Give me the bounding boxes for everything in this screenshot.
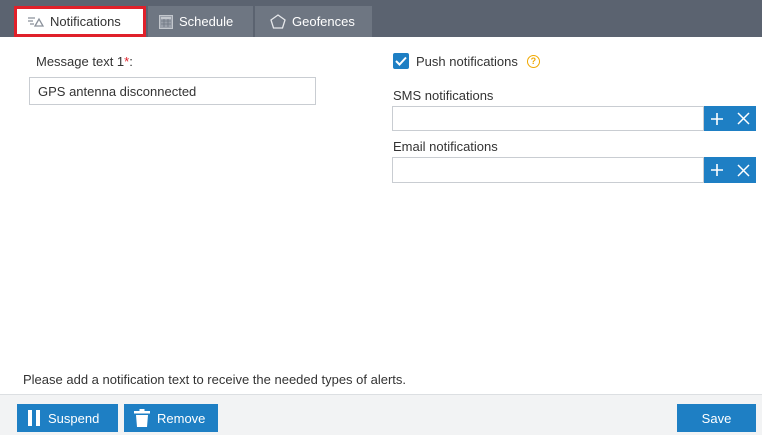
tab-schedule[interactable]: Schedule: [148, 6, 253, 37]
tab-geofences[interactable]: Geofences: [255, 6, 372, 37]
message-text-label: Message text 1*:: [36, 54, 133, 69]
tab-geofences-label: Geofences: [292, 14, 355, 29]
message-text-label-text: Message text 1: [36, 54, 125, 69]
check-icon: [395, 56, 407, 66]
suspend-label: Suspend: [48, 410, 100, 426]
footer-toolbar: Suspend Remove Save: [0, 394, 762, 435]
email-notifications-input[interactable]: [392, 157, 704, 183]
save-button[interactable]: Save: [677, 404, 756, 432]
notification-editor: Notifications Schedule Geofences Message…: [0, 0, 762, 435]
plus-icon: [711, 164, 723, 176]
hint-text: Please add a notification text to receiv…: [23, 372, 407, 387]
pentagon-icon: [270, 14, 286, 29]
calendar-icon: [159, 14, 173, 29]
push-notifications-label: Push notifications: [416, 53, 518, 69]
envelope-icon: [27, 16, 44, 28]
tab-notifications-label: Notifications: [50, 14, 121, 29]
pause-icon: [28, 410, 40, 426]
sms-clear-button[interactable]: [730, 106, 756, 131]
help-icon[interactable]: ?: [526, 54, 540, 68]
close-icon: [736, 112, 750, 125]
suspend-button[interactable]: Suspend: [17, 404, 118, 432]
push-notifications-checkbox[interactable]: [393, 53, 409, 69]
tab-notifications[interactable]: Notifications: [14, 6, 146, 37]
tab-bar: Notifications Schedule Geofences: [0, 0, 762, 37]
email-clear-button[interactable]: [730, 157, 756, 183]
email-add-button[interactable]: [704, 157, 730, 183]
tab-schedule-label: Schedule: [179, 14, 234, 29]
sms-notifications-input[interactable]: [392, 106, 704, 131]
message-text-input[interactable]: [29, 77, 316, 105]
trash-icon: [134, 409, 150, 427]
remove-label: Remove: [157, 410, 206, 426]
push-notifications-row: Push notifications ?: [393, 53, 540, 69]
label-colon: :: [129, 54, 133, 69]
save-label: Save: [701, 410, 732, 426]
sms-add-button[interactable]: [704, 106, 730, 131]
remove-button[interactable]: Remove: [124, 404, 218, 432]
plus-icon: [711, 112, 723, 125]
close-icon: [736, 163, 750, 177]
sms-notifications-label: SMS notifications: [393, 88, 494, 103]
email-notifications-label: Email notifications: [393, 139, 498, 154]
